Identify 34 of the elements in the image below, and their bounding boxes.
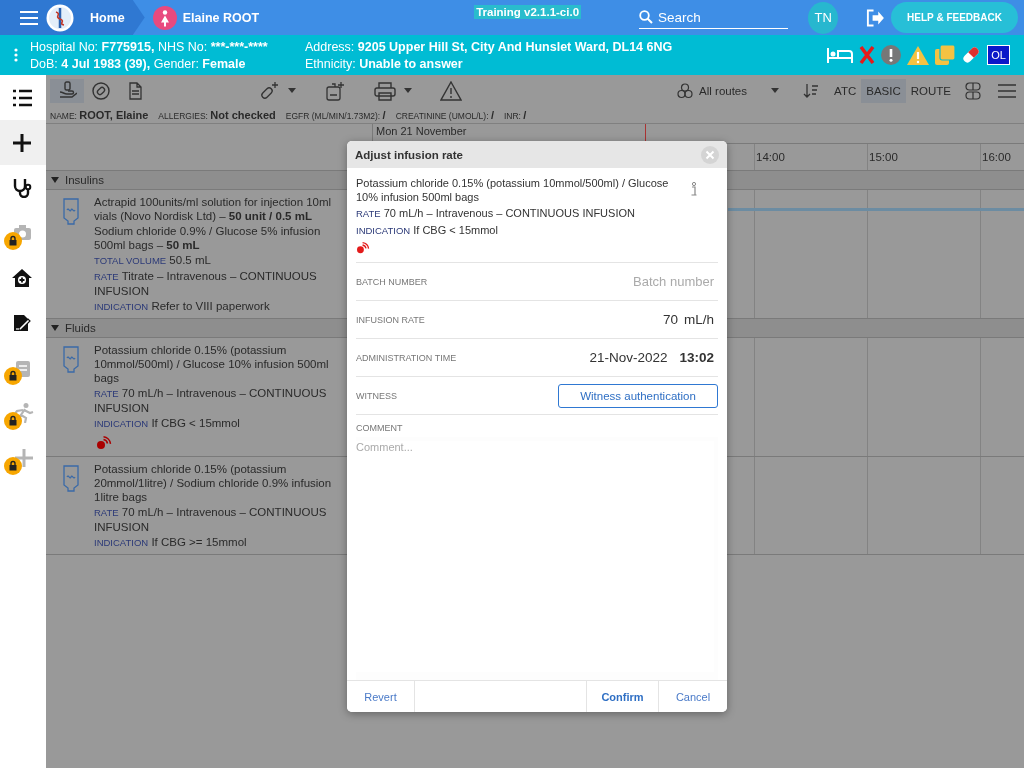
field-label: ADMINISTRATION TIME xyxy=(356,352,457,363)
patient-info: CREATININE (UMOL/L): / xyxy=(395,108,494,121)
medication-detail: INDICATION If CBG >= 15mmol xyxy=(94,535,248,550)
medication-detail: RATE Titrate – Intravenous – CONTINUOUS INFUSION xyxy=(94,269,318,298)
field-label: BATCH NUMBER xyxy=(356,276,428,287)
environment-label: Training v2.1.1-ci.0 xyxy=(474,4,582,19)
patient-info: EGFR (ML/MIN/1.73M2): / xyxy=(285,108,386,121)
medication-detail: RATE 70 mL/h – Intravenous – CONTINUOUS INFUSION xyxy=(94,386,328,415)
patient-detail: DoB: 4 Jul 1983 (39), Gender: Female xyxy=(30,56,247,71)
date-label: Mon 21 November xyxy=(376,125,467,137)
medication-detail: Sodium chloride 0.9% / Glucose 5% infusion 500ml bags – 50 mL xyxy=(94,224,322,252)
dialog-title: Adjust infusion rate xyxy=(355,148,463,161)
medication-detail: RATE 70 mL/h – Intravenous – CONTINUOUS INFUSION xyxy=(356,206,636,221)
medication-detail: TOTAL VOLUME 50.5 mL xyxy=(94,253,212,268)
product-name: Potassium chloride 0.15% (potassium 10mmol/500ml) / Glucose 10% infusion 500ml bags xyxy=(356,176,670,204)
medication-detail: RATE 70 mL/h – Intravenous – CONTINUOUS INFUSION xyxy=(94,505,328,534)
medication-detail: INDICATION If CBG < 15mmol xyxy=(356,223,499,238)
patient-detail: Address: 9205 Upper Hill St, City And Hunslet Ward, DL14 6NG xyxy=(305,39,673,54)
patient-info: NAME: ROOT, Elaine xyxy=(50,108,149,121)
hour-label: 15:00 xyxy=(869,151,899,163)
medication-detail: INDICATION If CBG < 15mmol xyxy=(94,416,241,431)
field-label: INFUSION RATE xyxy=(356,314,425,325)
field-label: WITNESS xyxy=(356,390,397,401)
patient-detail: Ethnicity: Unable to answer xyxy=(305,56,464,71)
hour-label: 16:00 xyxy=(982,151,1012,163)
field-label: COMMENT xyxy=(356,423,404,433)
patient-detail: Hospital No: F775915, NHS No: ***-***-**** xyxy=(30,39,269,54)
patient-info: ALLERGIES: Not checked xyxy=(158,108,276,121)
medication-detail: Potassium chloride 0.15% (potassium 10mmol/500ml) / Glucose 10% infusion 500ml bags xyxy=(94,343,330,385)
patient-info: INR: / xyxy=(503,108,527,121)
medication-detail: Potassium chloride 0.15% (potassium 20mmol/1litre) / Sodium chloride 0.9% infusion 1litre bags xyxy=(94,462,333,504)
hour-label: 14:00 xyxy=(756,151,786,163)
medication-detail: Actrapid 100units/ml solution for injection 10ml vials (Novo Nordisk Ltd) – 50 unit / 0.5 mL xyxy=(94,195,333,223)
medication-detail: INDICATION Refer to VIII paperwork xyxy=(94,299,271,314)
